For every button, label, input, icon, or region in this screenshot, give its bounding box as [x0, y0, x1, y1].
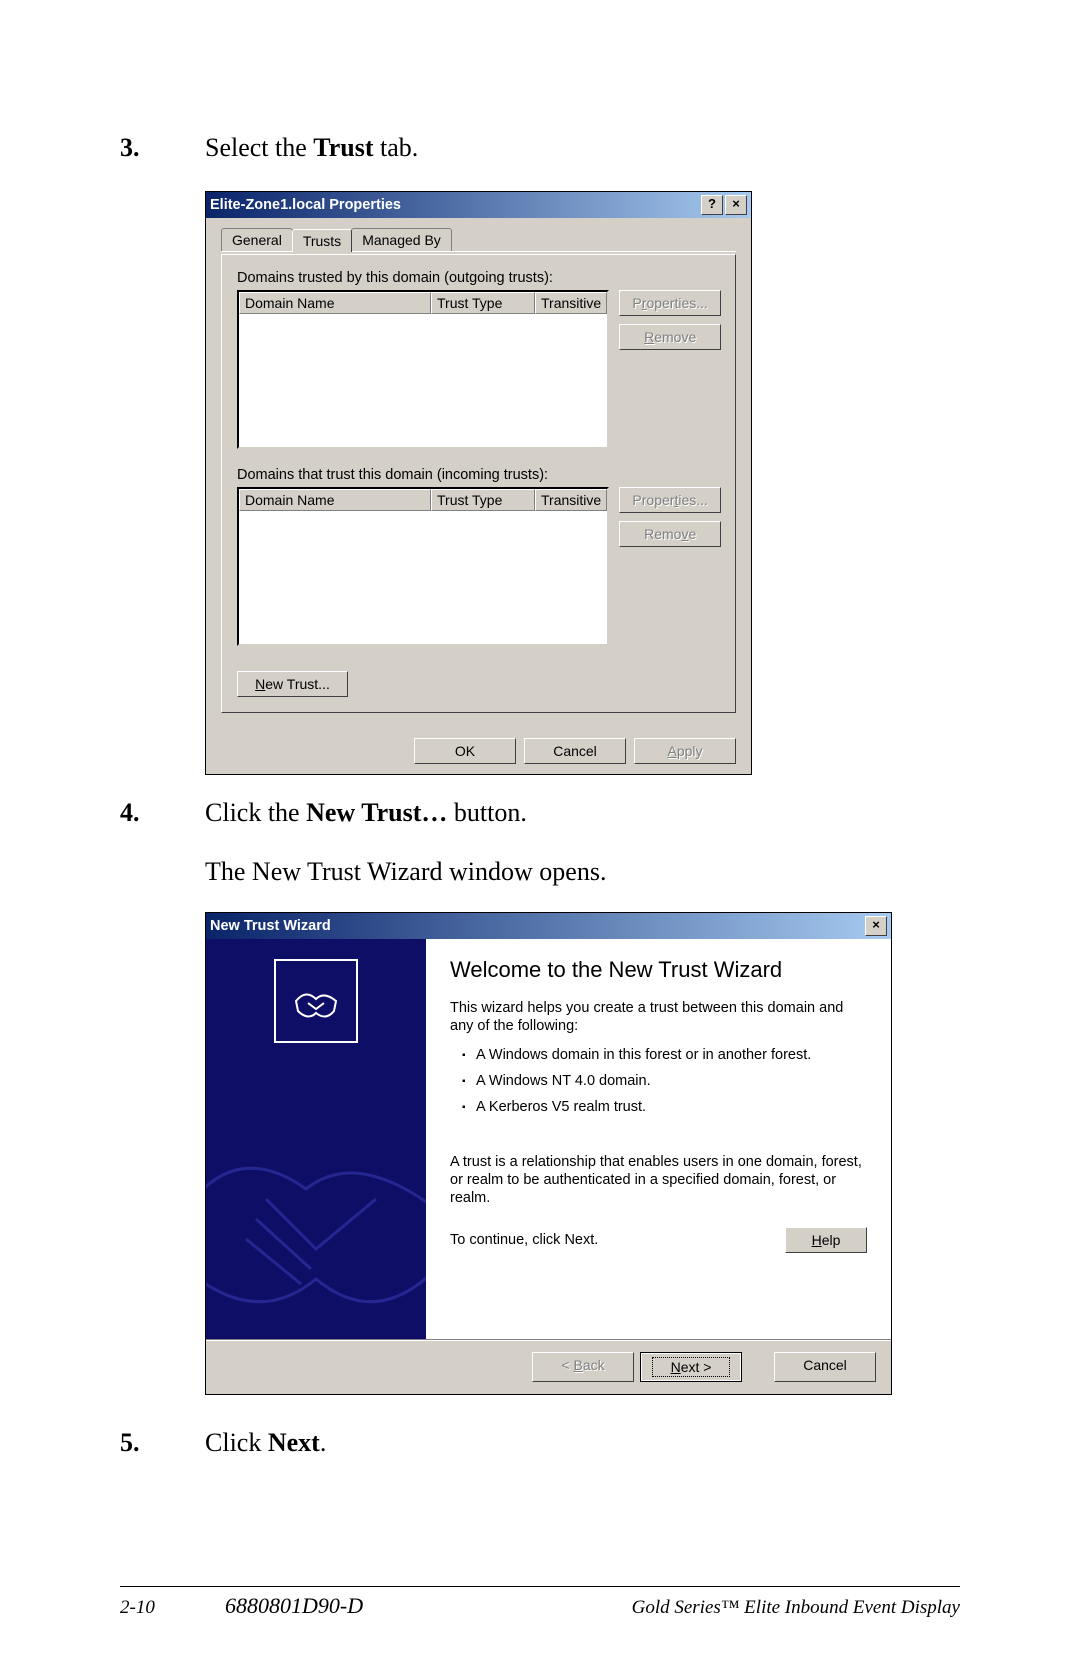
outgoing-label: Domains trusted by this domain (outgoing…: [237, 270, 720, 286]
document-id: 6880801D90-D: [225, 1593, 363, 1619]
properties-button: Properties...: [619, 487, 721, 513]
incoming-buttons: Properties... Remove: [619, 487, 721, 646]
step-number: 4.: [120, 795, 205, 831]
step-4: 4. Click the New Trust… button.: [120, 795, 960, 831]
bold-text: Next: [268, 1428, 320, 1457]
window-controls: ×: [865, 916, 887, 936]
tab-content: Domains trusted by this domain (outgoing…: [221, 254, 736, 713]
remove-button: Remove: [619, 521, 721, 547]
wizard-footer: < Back Next > Cancel: [206, 1339, 891, 1394]
list-header: Domain Name Trust Type Transitive: [239, 489, 607, 511]
cancel-button[interactable]: Cancel: [524, 738, 626, 764]
new-trust-row: New Trust...: [237, 671, 720, 697]
help-button[interactable]: Help: [785, 1227, 867, 1253]
trust-description: A trust is a relationship that enables u…: [450, 1153, 867, 1207]
text: .: [320, 1428, 327, 1457]
col-domain-name[interactable]: Domain Name: [239, 292, 431, 314]
incoming-row: Domain Name Trust Type Transitive Proper…: [237, 487, 720, 646]
step-number: 5.: [120, 1425, 205, 1461]
dialog-footer: OK Cancel Apply: [206, 728, 751, 774]
step-5: 5. Click Next.: [120, 1425, 960, 1461]
list-item: A Windows domain in this forest or in an…: [462, 1047, 867, 1063]
bold-text: New Trust…: [306, 798, 447, 827]
continue-row: To continue, click Next. Help: [450, 1227, 867, 1253]
step-3: 3. Select the Trust tab.: [120, 130, 960, 166]
list-item: A Kerberos V5 realm trust.: [462, 1099, 867, 1115]
col-domain-name[interactable]: Domain Name: [239, 489, 431, 511]
tab-managed-by[interactable]: Managed By: [351, 228, 452, 251]
step-4-subtext: The New Trust Wizard window opens.: [205, 857, 960, 887]
titlebar: Elite-Zone1.local Properties ? ×: [206, 192, 751, 218]
outgoing-row: Domain Name Trust Type Transitive Proper…: [237, 290, 720, 449]
page-content: 3. Select the Trust tab. Elite-Zone1.loc…: [0, 0, 1080, 1461]
window-controls: ? ×: [701, 195, 747, 215]
list-header: Domain Name Trust Type Transitive: [239, 292, 607, 314]
page-number: 2-10: [120, 1597, 225, 1619]
list-item: A Windows NT 4.0 domain.: [462, 1073, 867, 1089]
col-trust-type[interactable]: Trust Type: [431, 292, 535, 314]
remove-button: Remove: [619, 324, 721, 350]
bold-text: Trust: [313, 133, 373, 162]
wizard-body: Welcome to the New Trust Wizard This wiz…: [206, 939, 891, 1339]
new-trust-button[interactable]: New Trust...: [237, 671, 348, 697]
text: Click the: [205, 798, 306, 827]
cancel-button[interactable]: Cancel: [774, 1352, 876, 1382]
text: tab.: [374, 133, 419, 162]
outgoing-listbox[interactable]: Domain Name Trust Type Transitive: [237, 290, 609, 449]
tab-trusts[interactable]: Trusts: [292, 229, 352, 252]
text: button.: [447, 798, 526, 827]
wizard-main: Welcome to the New Trust Wizard This wiz…: [426, 939, 891, 1339]
apply-button: Apply: [634, 738, 736, 764]
tab-general[interactable]: General: [221, 228, 293, 251]
handshake-background-icon: [206, 1059, 426, 1339]
back-button: < Back: [532, 1352, 634, 1382]
text: Select the: [205, 133, 313, 162]
tabs: General Trusts Managed By: [221, 228, 736, 252]
dialog-body: General Trusts Managed By Domains truste…: [206, 218, 751, 728]
handshake-icon: [274, 959, 358, 1043]
new-trust-wizard-dialog: New Trust Wizard × Welcome to the New Tr…: [205, 912, 892, 1395]
page-footer: 2-10 6880801D90-D Gold Series™ Elite Inb…: [120, 1586, 960, 1619]
incoming-listbox[interactable]: Domain Name Trust Type Transitive: [237, 487, 609, 646]
col-trust-type[interactable]: Trust Type: [431, 489, 535, 511]
continue-text: To continue, click Next.: [450, 1232, 598, 1248]
next-button[interactable]: Next >: [640, 1352, 742, 1382]
window-title: New Trust Wizard: [210, 918, 331, 934]
step-text: Select the Trust tab.: [205, 130, 960, 166]
wizard-intro: This wizard helps you create a trust bet…: [450, 999, 867, 1035]
wizard-list: A Windows domain in this forest or in an…: [462, 1047, 867, 1115]
wizard-heading: Welcome to the New Trust Wizard: [450, 957, 867, 983]
wizard-sidebar: [206, 939, 426, 1339]
product-name: Gold Series™ Elite Inbound Event Display: [632, 1597, 960, 1619]
close-icon[interactable]: ×: [725, 195, 747, 215]
close-icon[interactable]: ×: [865, 916, 887, 936]
ok-button[interactable]: OK: [414, 738, 516, 764]
step-number: 3.: [120, 130, 205, 166]
outgoing-buttons: Properties... Remove: [619, 290, 721, 449]
properties-dialog: Elite-Zone1.local Properties ? × General…: [205, 191, 752, 775]
titlebar: New Trust Wizard ×: [206, 913, 891, 939]
incoming-label: Domains that trust this domain (incoming…: [237, 467, 720, 483]
col-transitive[interactable]: Transitive: [535, 292, 607, 314]
step-text: Click the New Trust… button.: [205, 795, 960, 831]
help-icon[interactable]: ?: [701, 195, 723, 215]
window-title: Elite-Zone1.local Properties: [210, 197, 401, 213]
properties-button: Properties...: [619, 290, 721, 316]
col-transitive[interactable]: Transitive: [535, 489, 607, 511]
text: Click: [205, 1428, 268, 1457]
step-text: Click Next.: [205, 1425, 960, 1461]
